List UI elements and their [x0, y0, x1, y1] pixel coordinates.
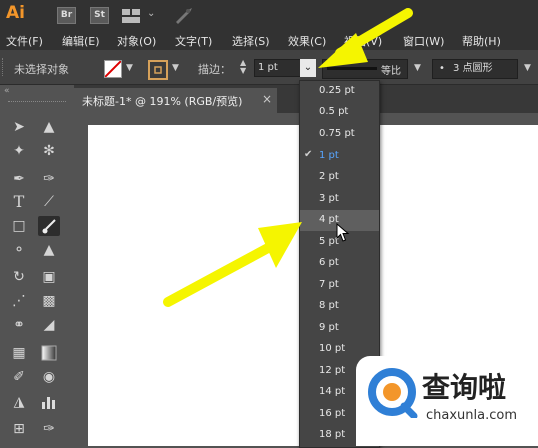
- watermark-brand: 查询啦: [422, 371, 507, 404]
- watermark-logo-icon: [368, 368, 418, 418]
- arrow-to-4pt-shaft: [163, 243, 273, 307]
- watermark-url: chaxunla.com: [426, 408, 517, 423]
- watermark-badge: 查询啦 chaxunla.com: [356, 356, 538, 446]
